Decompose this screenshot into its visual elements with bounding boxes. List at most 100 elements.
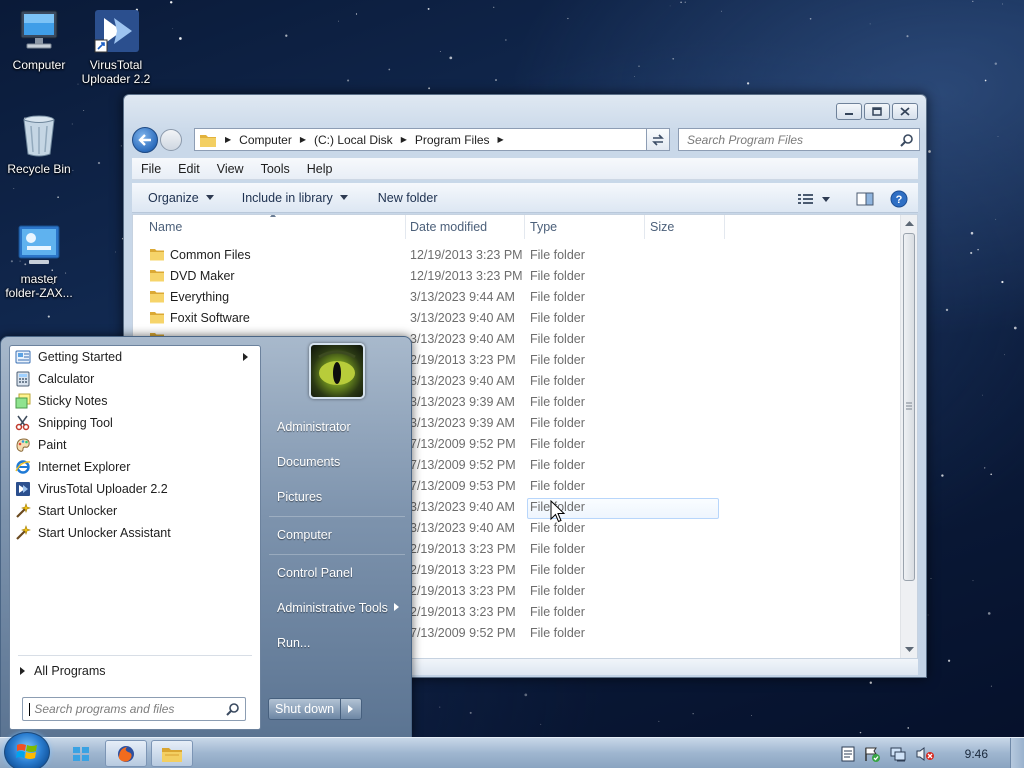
start-program-item[interactable]: Sticky Notes [14, 390, 258, 412]
row-type: File folder [530, 626, 585, 640]
row-date-modified: 12/19/2013 3:23 PM [410, 248, 523, 262]
all-programs-button[interactable]: All Programs [20, 664, 106, 678]
back-button[interactable] [132, 127, 158, 153]
sort-ascending-icon [270, 215, 276, 217]
desktop-icon-label: master [20, 272, 58, 286]
help-icon[interactable]: ? [890, 190, 908, 208]
taskbar-clock[interactable]: 9:46 [965, 747, 988, 761]
tray-document-icon[interactable] [841, 746, 855, 762]
wand-icon [14, 502, 32, 520]
minimize-icon [845, 112, 853, 115]
minimize-button[interactable] [836, 103, 862, 120]
desktop-icon-virustotal[interactable]: VirusTotal Uploader 2.2 [77, 8, 155, 86]
user-picture[interactable] [309, 343, 365, 399]
row-date-modified: 2/19/2013 3:23 PM [410, 584, 516, 598]
start-pictures[interactable]: Pictures [277, 490, 322, 504]
table-row[interactable]: Common Files 12/19/2013 3:23 PM File folde… [133, 245, 903, 266]
refresh-button[interactable] [646, 128, 670, 151]
row-date-modified: 3/13/2023 9:40 AM [410, 500, 515, 514]
breadcrumb-local-disk[interactable]: (C:) Local Disk [314, 133, 393, 147]
breadcrumb-computer[interactable]: Computer [239, 133, 292, 147]
table-row[interactable]: Everything 3/13/2023 9:44 AM File folder [133, 287, 903, 308]
new-folder-button[interactable]: New folder [378, 191, 438, 205]
start-program-item[interactable]: Calculator [14, 368, 258, 390]
menu-tools[interactable]: Tools [261, 162, 290, 176]
virustotal-icon [94, 10, 139, 53]
desktop-icon-master-folder[interactable]: master folder-ZAX... [0, 222, 78, 300]
row-date-modified: 7/13/2009 9:52 PM [410, 437, 516, 451]
chevron-right-icon[interactable]: ▶ [498, 135, 504, 144]
show-desktop-button[interactable] [1010, 738, 1024, 768]
row-date-modified: 2/19/2013 3:23 PM [410, 563, 516, 577]
start-documents[interactable]: Documents [277, 455, 340, 469]
change-view-button[interactable] [798, 193, 830, 205]
navigation-bar: ▶ Computer ▶ (C:) Local Disk ▶ Program F… [132, 127, 920, 153]
start-program-label: Paint [38, 438, 67, 452]
table-row[interactable]: Foxit Software 3/13/2023 9:40 AM File fold… [133, 308, 903, 329]
column-date-modified[interactable]: Date modified [410, 220, 487, 234]
start-run[interactable]: Run... [277, 636, 310, 650]
chevron-down-icon [205, 195, 214, 200]
chevron-right-icon[interactable]: ▶ [401, 135, 407, 144]
start-program-item[interactable]: VirusTotal Uploader 2.2 [14, 478, 258, 500]
column-type[interactable]: Type [530, 220, 557, 234]
menu-view[interactable]: View [217, 162, 244, 176]
start-control-panel[interactable]: Control Panel [277, 566, 353, 580]
shut-down-button[interactable]: Shut down [268, 698, 362, 720]
menu-edit[interactable]: Edit [178, 162, 200, 176]
start-search-placeholder: Search programs and files [34, 702, 175, 716]
desktop-icon-computer[interactable]: Computer [0, 8, 78, 72]
start-program-item[interactable]: Start Unlocker Assistant [14, 522, 258, 544]
maximize-button[interactable] [864, 103, 890, 120]
scroll-up-icon[interactable] [902, 217, 917, 231]
start-program-item[interactable]: Start Unlocker [14, 500, 258, 522]
start-program-item[interactable]: Internet Explorer [14, 456, 258, 478]
start-program-item[interactable]: Snipping Tool [14, 412, 258, 434]
taskbar-metro-button[interactable] [60, 740, 102, 767]
column-name[interactable]: Name [149, 220, 182, 234]
close-icon [900, 107, 910, 116]
desktop-icon-recycle-bin[interactable]: Recycle Bin [0, 112, 78, 176]
chevron-right-icon[interactable]: ▶ [300, 135, 306, 144]
divider [269, 554, 405, 555]
start-program-item[interactable]: Paint [14, 434, 258, 456]
search-input[interactable]: Search Program Files [678, 128, 920, 151]
row-name: DVD Maker [170, 269, 235, 283]
column-size[interactable]: Size [650, 220, 674, 234]
organize-button[interactable]: Organize [148, 191, 214, 205]
volume-muted-icon[interactable] [915, 746, 935, 762]
start-search-input[interactable]: Search programs and files [22, 697, 246, 721]
start-administrative-tools[interactable]: Administrative Tools [277, 601, 388, 615]
menu-file[interactable]: File [141, 162, 161, 176]
taskbar-explorer-button[interactable] [151, 740, 193, 767]
desktop-icon-label: VirusTotal [89, 58, 143, 72]
start-menu-programs-pane: Getting Started Calculator Sticky Notes Sni… [9, 345, 261, 730]
desktop-icon-label: Recycle Bin [7, 162, 71, 176]
start-program-label: Snipping Tool [38, 416, 113, 430]
row-type: File folder [530, 248, 585, 262]
menu-help[interactable]: Help [307, 162, 333, 176]
start-program-item[interactable]: Getting Started [14, 346, 258, 368]
network-icon[interactable] [889, 746, 907, 762]
start-button[interactable] [4, 732, 50, 768]
sticky-notes-icon [14, 392, 32, 410]
scrollbar-thumb[interactable] [903, 233, 915, 581]
scroll-down-icon[interactable] [902, 642, 917, 656]
start-user-administrator[interactable]: Administrator [277, 420, 351, 434]
address-bar[interactable]: ▶ Computer ▶ (C:) Local Disk ▶ Program F… [194, 128, 668, 151]
table-row[interactable]: DVD Maker 12/19/2013 3:23 PM File folder [133, 266, 903, 287]
action-center-flag-icon[interactable] [863, 746, 881, 762]
preview-pane-icon[interactable] [856, 192, 874, 206]
windows-logo-icon [16, 744, 37, 759]
shutdown-options-arrow-icon[interactable] [348, 705, 353, 713]
start-computer[interactable]: Computer [277, 528, 332, 542]
close-button[interactable] [892, 103, 918, 120]
vertical-scrollbar[interactable] [900, 215, 917, 658]
include-in-library-button[interactable]: Include in library [242, 191, 348, 205]
taskbar-firefox-button[interactable] [105, 740, 147, 767]
row-type: File folder [530, 479, 585, 493]
breadcrumb-program-files[interactable]: Program Files [415, 133, 490, 147]
row-type: File folder [530, 395, 585, 409]
forward-button[interactable] [160, 129, 182, 151]
wand-icon [14, 524, 32, 542]
